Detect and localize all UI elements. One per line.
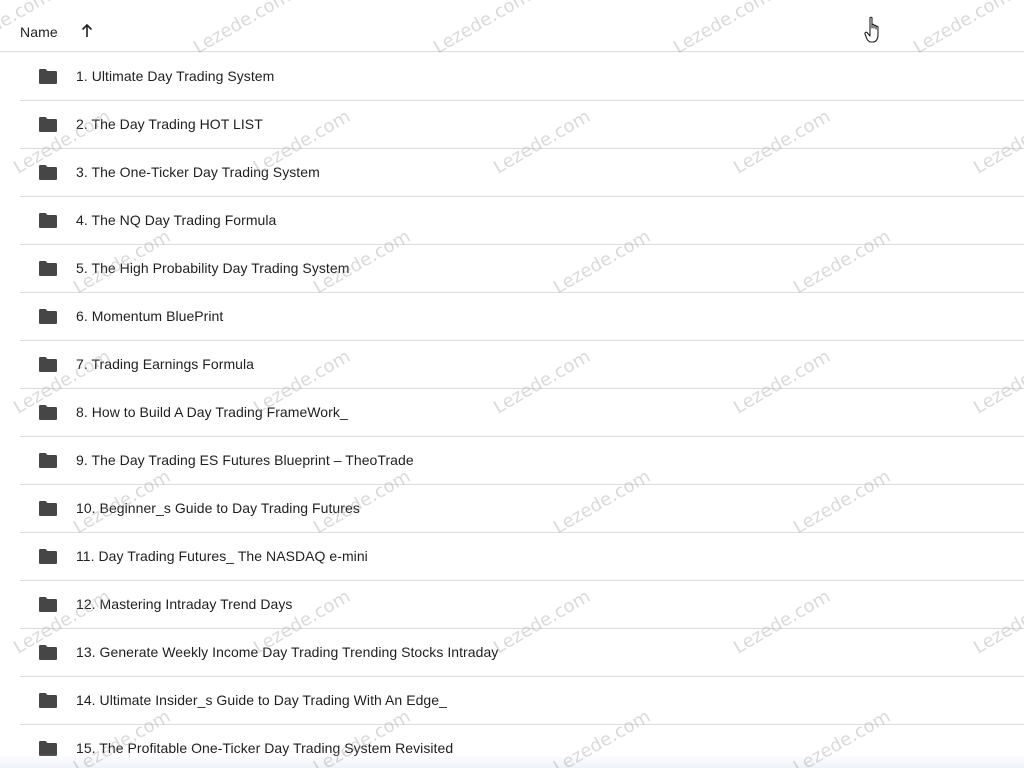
file-list-page: Name 1. Ultimate Day Trading System 2. Th…	[0, 0, 1024, 768]
folder-row[interactable]: 11. Day Trading Futures_ The NASDAQ e-mi…	[20, 533, 1024, 581]
folder-name: 13. Generate Weekly Income Day Trading T…	[76, 644, 499, 660]
folder-icon	[39, 117, 57, 132]
folder-icon	[39, 549, 57, 564]
folder-icon	[39, 645, 57, 660]
name-column-header[interactable]: Name	[20, 24, 58, 40]
folder-icon	[39, 69, 57, 84]
folder-icon	[39, 597, 57, 612]
folder-name: 14. Ultimate Insider_s Guide to Day Trad…	[76, 692, 447, 708]
folder-name: 8. How to Build A Day Trading FrameWork_	[76, 404, 348, 420]
folder-row[interactable]: 14. Ultimate Insider_s Guide to Day Trad…	[20, 677, 1024, 725]
folder-name: 10. Beginner_s Guide to Day Trading Futu…	[76, 500, 360, 516]
folder-name: 3. The One-Ticker Day Trading System	[76, 164, 320, 180]
folder-icon	[39, 405, 57, 420]
folder-row[interactable]: 9. The Day Trading ES Futures Blueprint …	[20, 437, 1024, 485]
folder-name: 9. The Day Trading ES Futures Blueprint …	[76, 452, 414, 468]
folder-row[interactable]: 12. Mastering Intraday Trend Days	[20, 581, 1024, 629]
list-header: Name	[0, 0, 1024, 52]
folder-icon	[39, 309, 57, 324]
folder-name: 4. The NQ Day Trading Formula	[76, 212, 277, 228]
folder-icon	[39, 453, 57, 468]
folder-name: 15. The Profitable One-Ticker Day Tradin…	[76, 740, 454, 756]
folder-row[interactable]: 15. The Profitable One-Ticker Day Tradin…	[20, 725, 1024, 768]
folder-name: 2. The Day Trading HOT LIST	[76, 116, 263, 132]
folder-name: 11. Day Trading Futures_ The NASDAQ e-mi…	[76, 548, 368, 564]
folder-name: 6. Momentum BluePrint	[76, 308, 224, 324]
folder-list: 1. Ultimate Day Trading System 2. The Day…	[0, 53, 1024, 768]
folder-icon	[39, 165, 57, 180]
folder-icon	[39, 261, 57, 276]
folder-row[interactable]: 4. The NQ Day Trading Formula	[20, 197, 1024, 245]
folder-row[interactable]: 1. Ultimate Day Trading System	[20, 53, 1024, 101]
folder-row[interactable]: 10. Beginner_s Guide to Day Trading Futu…	[20, 485, 1024, 533]
folder-icon	[39, 741, 57, 756]
folder-name: 1. Ultimate Day Trading System	[76, 68, 275, 84]
folder-row[interactable]: 8. How to Build A Day Trading FrameWork_	[20, 389, 1024, 437]
folder-row[interactable]: 5. The High Probability Day Trading Syst…	[20, 245, 1024, 293]
folder-row[interactable]: 2. The Day Trading HOT LIST	[20, 101, 1024, 149]
folder-row[interactable]: 6. Momentum BluePrint	[20, 293, 1024, 341]
folder-icon	[39, 501, 57, 516]
folder-icon	[39, 357, 57, 372]
folder-name: 5. The High Probability Day Trading Syst…	[76, 260, 350, 276]
sort-ascending-arrow-icon[interactable]	[78, 22, 96, 40]
folder-row[interactable]: 3. The One-Ticker Day Trading System	[20, 149, 1024, 197]
folder-name: 12. Mastering Intraday Trend Days	[76, 596, 293, 612]
folder-row[interactable]: 7. Trading Earnings Formula	[20, 341, 1024, 389]
folder-name: 7. Trading Earnings Formula	[76, 356, 254, 372]
folder-icon	[39, 693, 57, 708]
folder-row[interactable]: 13. Generate Weekly Income Day Trading T…	[20, 629, 1024, 677]
folder-icon	[39, 213, 57, 228]
